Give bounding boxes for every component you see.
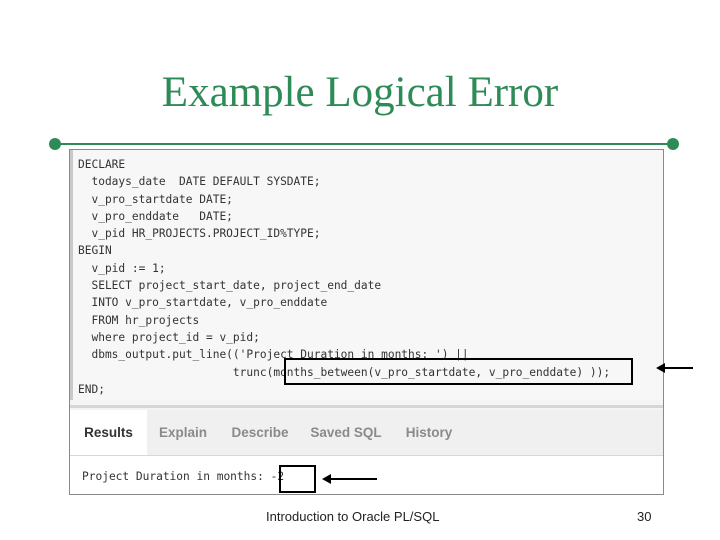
arrow-expression-head	[656, 363, 665, 373]
title-rule	[55, 143, 673, 145]
output-text: Project Duration in months: -2	[82, 470, 285, 483]
tab-history[interactable]: History	[391, 410, 467, 455]
arrow-expression-line	[664, 367, 693, 369]
rule-dot-right	[667, 138, 679, 150]
tab-results[interactable]: Results	[70, 410, 147, 455]
tab-explain[interactable]: Explain	[147, 410, 219, 455]
arrow-result-line	[330, 478, 377, 480]
sql-workshop-screenshot: DECLARE todays_date DATE DEFAULT SYSDATE…	[69, 149, 664, 495]
results-output: Project Duration in months: -2	[70, 456, 663, 494]
results-tab-bar: Results Explain Describe Saved SQL Histo…	[70, 410, 663, 456]
footer-text: Introduction to Oracle PL/SQL	[266, 509, 440, 524]
pane-splitter[interactable]	[70, 405, 663, 408]
highlight-box-expression	[284, 358, 633, 385]
page-number: 30	[637, 509, 652, 524]
arrow-result-head	[322, 474, 331, 484]
tab-describe[interactable]: Describe	[219, 410, 301, 455]
editor-gutter	[70, 150, 73, 400]
highlight-box-result	[279, 465, 316, 493]
tab-saved-sql[interactable]: Saved SQL	[301, 410, 391, 455]
slide-title: Example Logical Error	[161, 69, 559, 116]
rule-dot-left	[49, 138, 61, 150]
